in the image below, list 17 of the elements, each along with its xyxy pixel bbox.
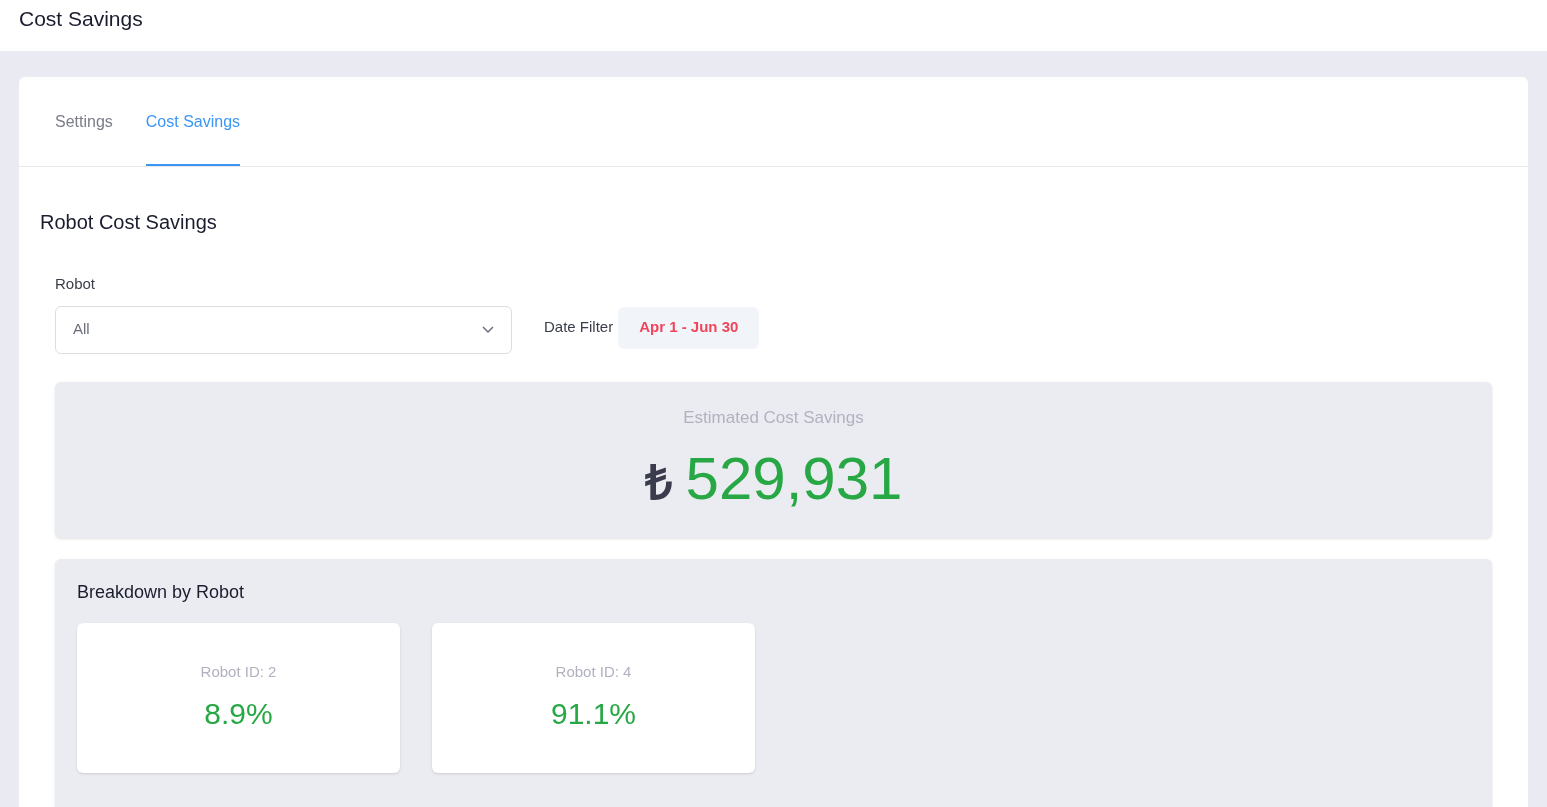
robot-label: Robot ID: 2 <box>200 661 277 682</box>
tab[interactable]: Cost Savings <box>145 77 241 166</box>
robot-share: 91.1% <box>550 696 637 732</box>
date-range-button[interactable]: Apr 1 - Jun 30 <box>618 306 760 349</box>
robot-label: Robot ID: 4 <box>555 661 632 682</box>
chevron-down-icon <box>482 325 494 334</box>
breakdown-title: Breakdown by Robot <box>77 580 246 604</box>
robot-share: 8.9% <box>204 696 273 732</box>
estimate-amount: 529,931 <box>685 444 903 514</box>
section-title: Robot Cost Savings <box>40 210 218 235</box>
field-label: Date Filter <box>544 317 614 338</box>
currency-symbol: ₺ <box>644 455 672 511</box>
tab[interactable]: Settings <box>55 77 113 166</box>
field-label: Robot <box>55 274 97 294</box>
page-title: Cost Savings <box>19 6 143 32</box>
estimate-label: Estimated Cost Savings <box>683 406 864 429</box>
robot-select[interactable]: All <box>55 305 512 354</box>
